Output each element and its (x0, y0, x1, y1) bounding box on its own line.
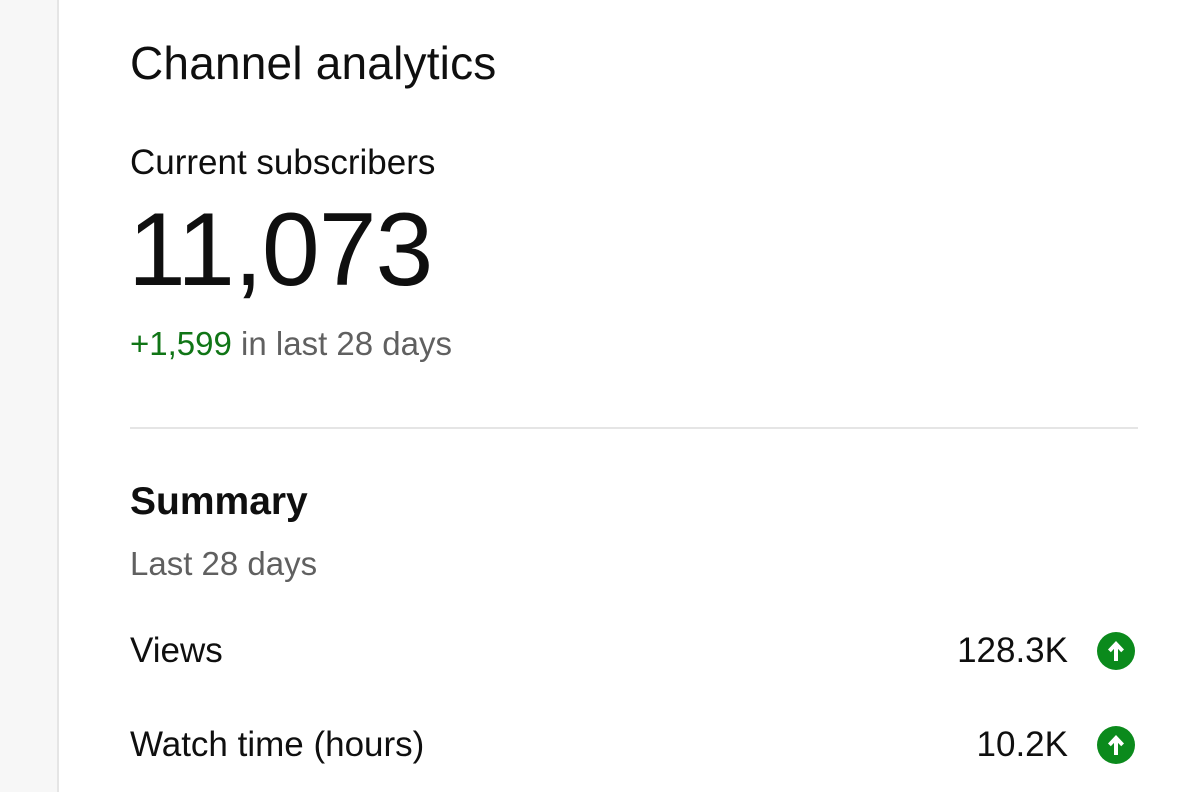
arrow-up-circle-icon (1097, 632, 1135, 670)
current-subscribers-label: Current subscribers (130, 143, 436, 182)
subscribers-delta: +1,599 in last 28 days (130, 325, 452, 363)
current-subscribers-count: 11,073 (128, 192, 433, 308)
subscribers-delta-value: +1,599 (130, 325, 232, 362)
metric-label: Watch time (hours) (130, 725, 425, 764)
page-title: Channel analytics (130, 37, 497, 89)
summary-period: Last 28 days (130, 545, 318, 582)
section-divider (130, 427, 1138, 429)
channel-analytics-card: Channel analytics Current subscribers 11… (59, 0, 1200, 792)
summary-title: Summary (130, 480, 308, 523)
metric-row-watch-time[interactable]: Watch time (hours) 10.2K (130, 720, 1138, 770)
left-sidebar-edge (0, 0, 59, 792)
metric-value: 10.2K (976, 725, 1068, 764)
metric-row-views[interactable]: Views 128.3K (130, 626, 1138, 676)
arrow-up-circle-icon (1097, 726, 1135, 764)
subscribers-delta-suffix: in last 28 days (231, 325, 452, 362)
metric-label: Views (130, 631, 223, 670)
metric-value: 128.3K (957, 631, 1068, 670)
